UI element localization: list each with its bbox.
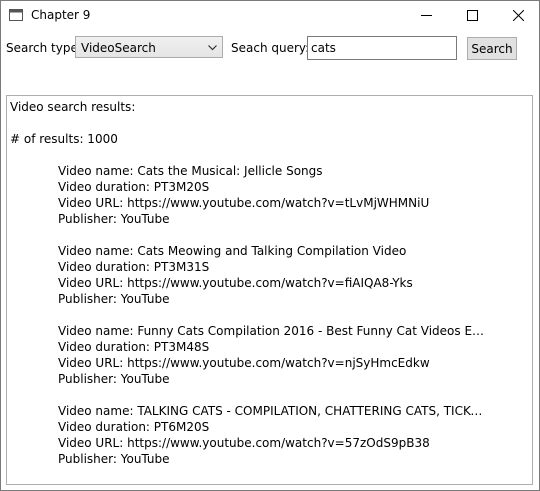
- search-type-value: VideoSearch: [81, 41, 156, 55]
- results-count: # of results: 1000: [10, 132, 118, 146]
- video-publisher: Publisher: YouTube: [58, 372, 170, 386]
- search-query-label: Seach query:: [231, 41, 310, 55]
- minimize-button[interactable]: [403, 1, 449, 31]
- video-url: Video URL: https://www.youtube.com/watch…: [58, 196, 430, 210]
- close-button[interactable]: [495, 1, 540, 31]
- video-result: Video name: Cats Meowing and Talking Com…: [10, 243, 529, 307]
- results-textbox[interactable]: Video search results: # of results: 1000…: [6, 95, 533, 485]
- video-publisher: Publisher: YouTube: [58, 452, 170, 466]
- window-app-icon: [9, 9, 23, 21]
- video-duration: Video duration: PT3M20S: [58, 180, 210, 194]
- close-icon: [513, 10, 524, 21]
- video-result: Video name: Cats the Musical: Jellicle S…: [10, 163, 529, 227]
- video-url: Video URL: https://www.youtube.com/watch…: [58, 436, 430, 450]
- chevron-down-icon: [208, 45, 217, 51]
- title-bar[interactable]: Chapter 9: [1, 1, 539, 31]
- video-duration: Video duration: PT3M31S: [58, 260, 210, 274]
- video-duration: Video duration: PT6M20S: [58, 420, 210, 434]
- search-query-input[interactable]: [307, 36, 457, 60]
- video-name: Video name: Cats the Musical: Jellicle S…: [58, 164, 323, 178]
- video-name: Video name: Funny Cats Compilation 2016 …: [58, 324, 488, 338]
- video-name: Video name: Cats Meowing and Talking Com…: [58, 244, 407, 258]
- video-name: Video name: TALKING CATS - COMPILATION, …: [58, 404, 488, 418]
- maximize-button[interactable]: [449, 1, 495, 31]
- video-result: Video name: TALKING CATS - COMPILATION, …: [10, 403, 529, 467]
- minimize-icon: [421, 15, 432, 16]
- video-url: Video URL: https://www.youtube.com/watch…: [58, 276, 413, 290]
- video-url: Video URL: https://www.youtube.com/watch…: [58, 356, 430, 370]
- video-publisher: Publisher: YouTube: [58, 212, 170, 226]
- search-type-select[interactable]: VideoSearch: [75, 36, 223, 58]
- app-window: Chapter 9 Search type: VideoSearch Seach…: [0, 0, 540, 491]
- video-publisher: Publisher: YouTube: [58, 292, 170, 306]
- window-title: Chapter 9: [31, 8, 91, 22]
- results-heading: Video search results:: [10, 100, 136, 114]
- video-duration: Video duration: PT3M48S: [58, 340, 210, 354]
- search-type-label: Search type:: [6, 41, 82, 55]
- maximize-icon: [467, 10, 478, 21]
- video-result: Video name: Funny Cats Compilation 2016 …: [10, 323, 529, 387]
- search-button[interactable]: Search: [467, 37, 517, 60]
